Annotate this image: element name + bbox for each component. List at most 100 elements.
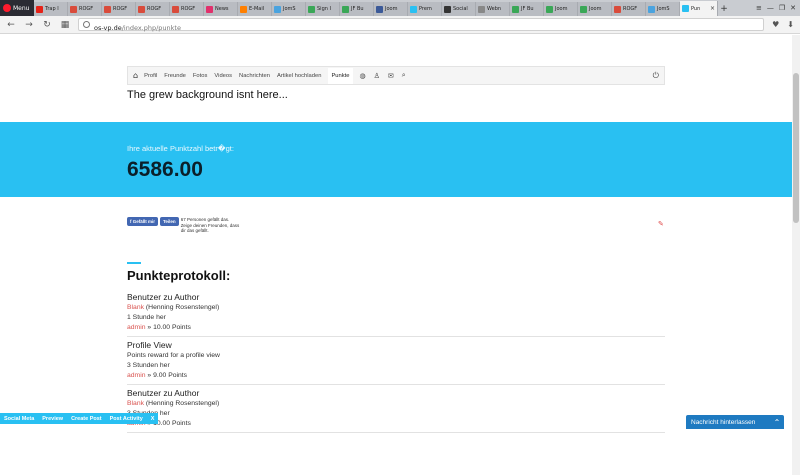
tab-10[interactable]: Joom: [374, 2, 408, 16]
reload-icon[interactable]: ↻: [42, 20, 52, 30]
home-icon[interactable]: ⌂: [133, 71, 138, 80]
tab-18[interactable]: JomS: [646, 2, 680, 16]
tab-close-icon[interactable]: ×: [710, 5, 715, 12]
tab-15[interactable]: Joom: [544, 2, 578, 16]
entry-user-link[interactable]: Blank: [127, 304, 144, 311]
new-tab-button[interactable]: +: [718, 2, 730, 16]
search-icon[interactable]: ⌕: [402, 71, 406, 80]
tab-favicon-icon: [410, 5, 417, 13]
tab-favicon-icon: [240, 5, 247, 13]
window-controls: ≡ — ❐ ✕: [756, 0, 800, 16]
post-activity-button[interactable]: Post Activity: [110, 416, 143, 422]
close-window-icon[interactable]: ✕: [790, 4, 796, 12]
toolbar-item-nachrichten[interactable]: Nachrichten: [239, 73, 270, 79]
toolbar-item-profil[interactable]: Profil: [144, 73, 157, 79]
create-post-button[interactable]: Create Post: [71, 416, 102, 422]
tab-label: JF Bu: [351, 6, 364, 12]
tab-6[interactable]: E-Mail: [238, 2, 272, 16]
tab-7[interactable]: JomS: [272, 2, 306, 16]
tab-label: Prem: [419, 6, 432, 12]
preview-button[interactable]: Preview: [42, 416, 63, 422]
tab-8[interactable]: Sign I: [306, 2, 340, 16]
heart-icon[interactable]: ♥: [772, 20, 779, 29]
tab-16[interactable]: Joom: [578, 2, 612, 16]
tab-menu-icon[interactable]: ≡: [756, 4, 762, 12]
url-path: /index.php/punkte: [121, 24, 181, 32]
toolbar-item-punkte[interactable]: Punkte: [328, 67, 353, 84]
minimize-icon[interactable]: —: [767, 4, 774, 12]
tab-14[interactable]: JF Bu: [510, 2, 544, 16]
tab-label: Joom: [589, 6, 602, 12]
fb-share-button[interactable]: Teilen: [160, 217, 179, 226]
tab-favicon-icon: [682, 5, 689, 12]
page-content: ⌂ Profil Freunde Fotos Videos Nachrichte…: [0, 35, 792, 475]
tab-4[interactable]: ROGF: [170, 2, 204, 16]
tab-17[interactable]: ROGF: [612, 2, 646, 16]
tab-favicon-icon: [274, 5, 281, 13]
entry-admin-link[interactable]: admin: [127, 372, 146, 379]
tab-label: E-Mail: [249, 6, 265, 12]
download-icon[interactable]: ⬇: [787, 20, 794, 29]
toolbar-item-fotos[interactable]: Fotos: [193, 73, 208, 79]
menu-label: Menu: [13, 4, 30, 12]
fb-like-button[interactable]: f Gefällt mir: [127, 217, 159, 226]
tab-favicon-icon: [70, 5, 77, 13]
forward-icon[interactable]: →: [24, 20, 34, 30]
tab-11[interactable]: Prem: [408, 2, 442, 16]
page-scrollbar[interactable]: [792, 35, 800, 475]
mail-icon[interactable]: ✉: [388, 72, 394, 80]
url-host: os-vp.de: [94, 24, 122, 32]
tab-label: Pun: [691, 5, 701, 12]
section-accent: [127, 262, 141, 264]
toolbar-item-videos[interactable]: Videos: [214, 73, 232, 79]
toolbar-item-freunde[interactable]: Freunde: [164, 73, 186, 79]
tab-9[interactable]: JF Bu: [340, 2, 374, 16]
scrollbar-thumb[interactable]: [793, 73, 799, 223]
users-icon[interactable]: ♙: [374, 72, 380, 80]
tab-strip: Menu Trap I ROGF ROGF ROGF ROGF News E-Mail Jom…: [0, 0, 800, 16]
tab-label: Joom: [385, 6, 398, 12]
section-title: Punkteprotokoll:: [127, 268, 231, 283]
leave-message-widget[interactable]: Nachricht hinterlassen ⌃: [686, 415, 784, 429]
tab-1[interactable]: ROGF: [68, 2, 102, 16]
back-icon[interactable]: ←: [6, 20, 16, 30]
tab-12[interactable]: Social: [442, 2, 476, 16]
tab-label: Social: [453, 6, 468, 12]
entry-points: » 10.00 Points: [145, 324, 191, 331]
globe-icon[interactable]: ◍: [360, 72, 366, 80]
chevron-up-icon[interactable]: ⌃: [770, 415, 784, 429]
tab-label: JF Bu: [521, 6, 534, 12]
tab-favicon-icon: [206, 5, 213, 13]
log-entry: Benutzer zu Author Blank (Henning Rosens…: [127, 388, 665, 433]
points-log: Benutzer zu Author Blank (Henning Rosens…: [127, 292, 665, 436]
leave-message-label: Nachricht hinterlassen: [691, 418, 756, 426]
tab-active[interactable]: Pun ×: [680, 1, 718, 16]
tab-label: ROGF: [181, 6, 196, 12]
tab-favicon-icon: [580, 5, 587, 13]
tab-5[interactable]: News: [204, 2, 238, 16]
toolbar-item-artikel-hochladen[interactable]: Artikel hochladen: [277, 73, 321, 79]
close-bar-button[interactable]: X: [151, 416, 155, 422]
social-meta-button[interactable]: Social Meta: [4, 416, 34, 422]
entry-description: Points reward for a profile view: [127, 352, 220, 359]
fb-like-text: 67 Personen gefällt das. Zeige deinen Fr…: [180, 217, 240, 233]
tab-favicon-icon: [342, 5, 349, 13]
logout-power-icon[interactable]: ⏻: [653, 71, 659, 81]
tab-label: Webn: [487, 6, 502, 12]
tab-label: Trap I: [45, 6, 59, 12]
speed-dial-icon[interactable]: ▦: [60, 20, 70, 30]
address-bar: ← → ↻ ▦ os-vp.de/index.php/punkte ♥ ⬇: [0, 16, 800, 34]
entry-admin-link[interactable]: admin: [127, 324, 146, 331]
log-entry: Profile View Points reward for a profile…: [127, 340, 665, 385]
tab-0[interactable]: Trap I: [34, 2, 68, 16]
tab-favicon-icon: [36, 5, 43, 13]
opera-logo-icon: [3, 4, 11, 12]
maximize-icon[interactable]: ❐: [779, 4, 785, 12]
tab-13[interactable]: Webn: [476, 2, 510, 16]
url-field[interactable]: os-vp.de/index.php/punkte: [78, 18, 765, 32]
entry-user-link[interactable]: Blank: [127, 400, 144, 407]
tab-2[interactable]: ROGF: [102, 2, 136, 16]
browser-menu-button[interactable]: Menu: [0, 0, 34, 16]
edit-icon[interactable]: ✎: [658, 220, 664, 228]
tab-3[interactable]: ROGF: [136, 2, 170, 16]
